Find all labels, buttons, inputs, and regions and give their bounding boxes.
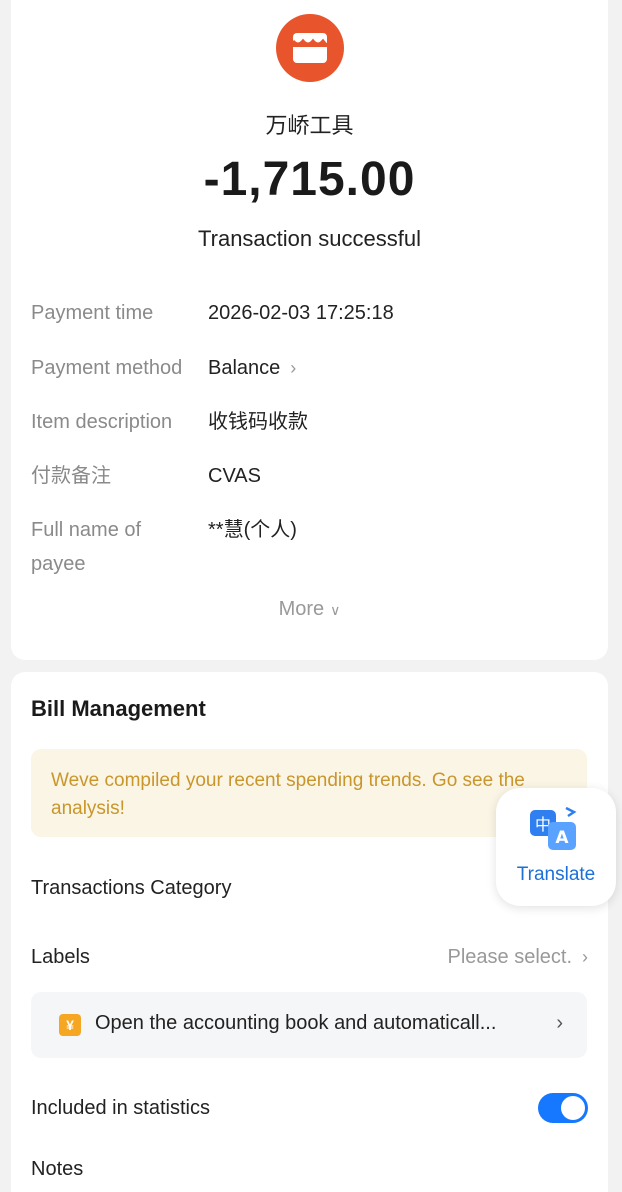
more-label: More: [278, 598, 325, 620]
chevron-right-icon: ›: [582, 947, 588, 967]
bill-management-card: Bill Management Weve compiled your recen…: [11, 672, 608, 1192]
translate-button[interactable]: 中 A Translate: [496, 788, 616, 906]
transaction-amount: -1,715.00: [203, 153, 416, 206]
item-description-label: Item description: [31, 411, 173, 433]
labels-label: Labels: [31, 946, 90, 968]
included-in-statistics-toggle[interactable]: [538, 1093, 588, 1123]
transactions-category-row[interactable]: Transactions Category: [31, 877, 231, 900]
labels-placeholder: Please select.: [447, 946, 572, 968]
remark-value: CVAS: [208, 465, 261, 487]
payment-method-link[interactable]: Balance ›: [208, 351, 296, 385]
payee-label-line2: payee: [31, 553, 86, 575]
more-button[interactable]: More ∨: [11, 598, 608, 621]
translate-icon: 中 A: [530, 806, 577, 850]
accounting-book-text: Open the accounting book and automatical…: [95, 1012, 497, 1034]
chevron-right-icon: ›: [556, 1012, 563, 1034]
item-description-value: 收钱码收款: [208, 411, 308, 433]
bill-management-title: Bill Management: [31, 696, 206, 721]
payee-value: **慧(个人): [208, 519, 297, 541]
transaction-status: Transaction successful: [198, 226, 421, 251]
merchant-logo: [276, 14, 344, 82]
transaction-card: 万峤工具 -1,715.00 Transaction successful Pa…: [11, 0, 608, 660]
merchant-name: 万峤工具: [265, 113, 354, 138]
payment-method-value: Balance: [208, 357, 281, 379]
chevron-down-icon: ∨: [330, 602, 341, 618]
remark-label: 付款备注: [31, 465, 111, 487]
payee-label: Full name of payee: [31, 513, 141, 581]
accounting-book-row[interactable]: ¥ Open the accounting book and automatic…: [31, 992, 587, 1058]
payment-time-value: 2026-02-03 17:25:18: [208, 302, 394, 324]
labels-select[interactable]: Please select. ›: [447, 946, 588, 969]
notes-label[interactable]: Notes: [31, 1158, 83, 1181]
toggle-knob: [561, 1096, 585, 1120]
payment-time-label: Payment time: [31, 302, 154, 324]
translate-label: Translate: [516, 864, 596, 885]
payment-method-label: Payment method: [31, 357, 183, 379]
payee-label-line1: Full name of: [31, 519, 142, 541]
chevron-right-icon: ›: [290, 358, 297, 378]
accounting-book-icon: ¥: [59, 1014, 81, 1036]
svg-text:A: A: [555, 828, 569, 848]
store-icon: [291, 33, 329, 63]
included-in-statistics-label: Included in statistics: [31, 1097, 210, 1119]
